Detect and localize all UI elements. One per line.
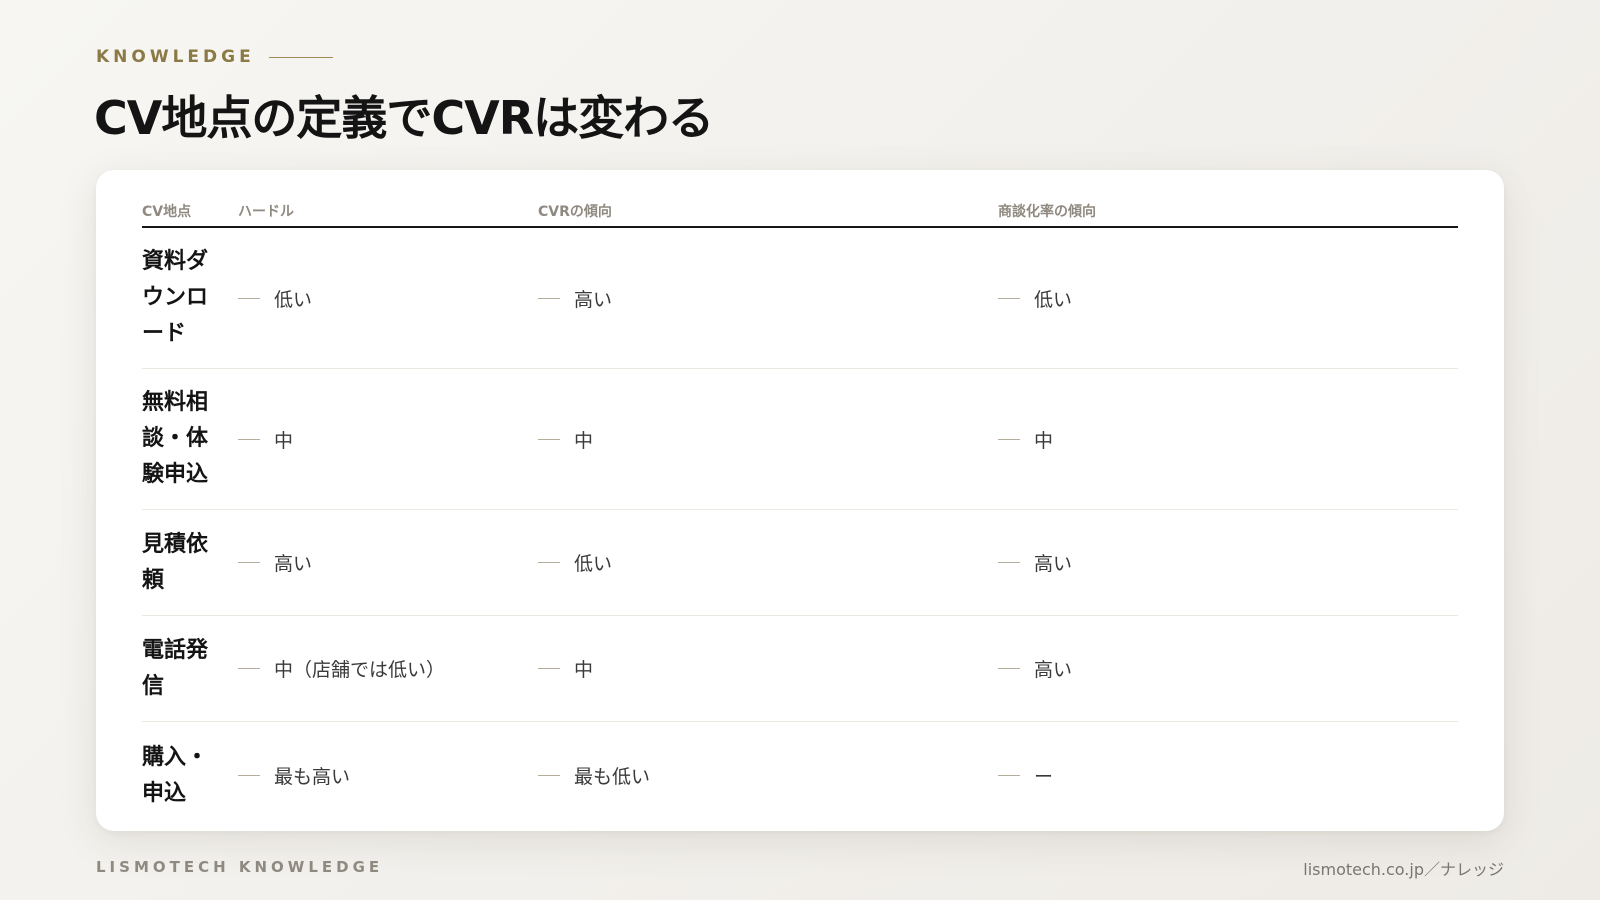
- dash-marker: [998, 297, 1020, 299]
- row-label: 資料ダウンロード: [142, 249, 209, 346]
- hurdle-value: 低い: [274, 288, 313, 311]
- deal-rate-value: 中: [1034, 429, 1054, 452]
- comparison-table: CV地点 ハードル CVRの傾向 商談化率の傾向 資料ダウンロード 低い 高い …: [142, 196, 1458, 829]
- deal-rate-value: 低い: [1034, 288, 1073, 311]
- comparison-card: CV地点 ハードル CVRの傾向 商談化率の傾向 資料ダウンロード 低い 高い …: [96, 170, 1504, 831]
- hurdle-value: 中: [274, 429, 294, 452]
- column-header-cv-point: CV地点: [142, 204, 192, 220]
- deal-rate-value: ー: [1034, 766, 1054, 788]
- deal-rate-cell: 高い: [998, 655, 1458, 682]
- dash-marker: [998, 668, 1020, 669]
- deal-rate-cell: 低い: [998, 285, 1458, 312]
- dash-marker: [998, 562, 1020, 563]
- row-label: 購入・申込: [142, 744, 209, 806]
- section-eyebrow: KNOWLEDGE: [96, 47, 333, 67]
- table-row: 見積依頼 高い 低い 高い: [142, 510, 1458, 616]
- hurdle-value: 高い: [274, 553, 313, 575]
- deal-rate-cell: 高い: [998, 549, 1458, 576]
- cvr-value: 中: [574, 429, 594, 452]
- cvr-cell: 高い: [538, 285, 998, 312]
- row-label: 見積依頼: [142, 531, 209, 593]
- deal-rate-cell: 中: [998, 426, 1458, 453]
- footer-brand: LISMOTECH KNOWLEDGE: [96, 858, 384, 876]
- cvr-cell: 最も低い: [538, 762, 998, 789]
- dash-marker: [538, 562, 560, 563]
- table-row: 電話発信 中（店舗では低い） 中 高い: [142, 616, 1458, 722]
- dash-marker: [238, 438, 260, 440]
- eyebrow-label: KNOWLEDGE: [96, 47, 255, 67]
- hurdle-cell: 低い: [238, 285, 538, 312]
- table-row: 資料ダウンロード 低い 高い 低い: [142, 228, 1458, 369]
- table-row: 購入・申込 最も高い 最も低い ー: [142, 722, 1458, 829]
- dash-marker: [538, 297, 560, 299]
- deal-rate-value: 高い: [1034, 659, 1073, 681]
- hurdle-cell: 中（店舗では低い）: [238, 655, 538, 682]
- column-header-cvr: CVRの傾向: [538, 204, 612, 220]
- row-label: 無料相談・体験申込: [142, 390, 209, 487]
- deal-rate-value: 高い: [1034, 553, 1073, 575]
- cvr-cell: 低い: [538, 549, 998, 576]
- hurdle-value: 中（店舗では低い）: [274, 659, 446, 681]
- dash-marker: [238, 297, 260, 299]
- hurdle-cell: 高い: [238, 549, 538, 576]
- deal-rate-cell: ー: [998, 762, 1458, 789]
- cvr-cell: 中: [538, 426, 998, 453]
- table-header: CV地点 ハードル CVRの傾向 商談化率の傾向: [142, 196, 1458, 228]
- eyebrow-rule: [268, 56, 333, 58]
- cvr-value: 低い: [574, 553, 613, 575]
- column-header-deal-rate: 商談化率の傾向: [998, 204, 1096, 220]
- hurdle-value: 最も高い: [274, 766, 351, 788]
- page-title: CV地点の定義でCVRは変わる: [94, 91, 714, 145]
- dash-marker: [238, 562, 260, 563]
- dash-marker: [538, 438, 560, 440]
- hurdle-cell: 最も高い: [238, 762, 538, 789]
- dash-marker: [538, 668, 560, 669]
- cvr-value: 中: [574, 659, 594, 681]
- row-label: 電話発信: [142, 637, 209, 699]
- column-header-hurdle: ハードル: [238, 204, 294, 220]
- cvr-cell: 中: [538, 655, 998, 682]
- dash-marker: [238, 775, 260, 776]
- table-row: 無料相談・体験申込 中 中 中: [142, 369, 1458, 510]
- hurdle-cell: 中: [238, 426, 538, 453]
- dash-marker: [998, 438, 1020, 440]
- cvr-value: 高い: [574, 288, 613, 311]
- dash-marker: [998, 775, 1020, 776]
- dash-marker: [538, 775, 560, 776]
- footer-url: lismotech.co.jp／ナレッジ: [1303, 860, 1504, 879]
- dash-marker: [238, 668, 260, 669]
- cvr-value: 最も低い: [574, 766, 651, 788]
